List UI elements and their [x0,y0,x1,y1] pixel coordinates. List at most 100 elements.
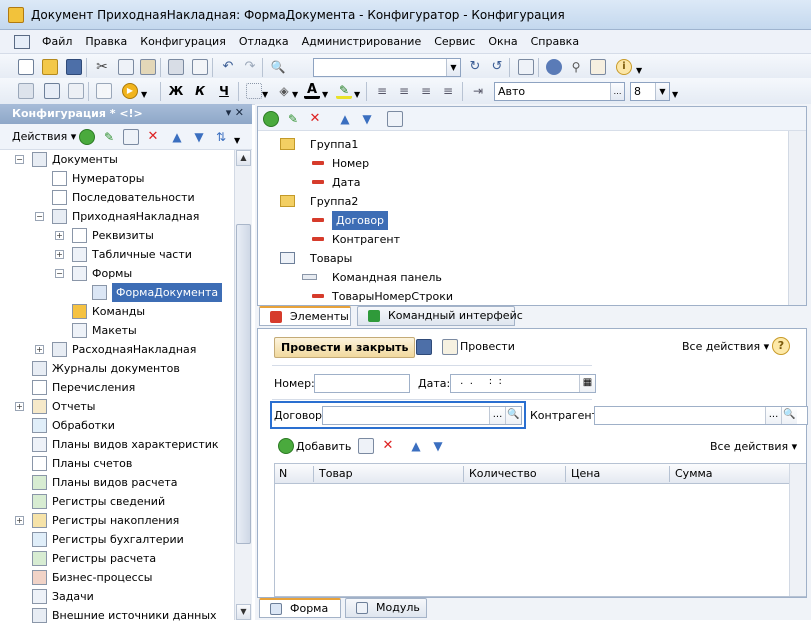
menu-item-4[interactable]: Администрирование [302,35,422,48]
toolbar-more-icon[interactable]: ▼ [636,59,652,75]
tree-item[interactable]: Бизнес-процессы [0,568,234,587]
element-item[interactable]: Договор [258,211,778,230]
tab-module[interactable]: Модуль [345,598,427,618]
align-right-icon[interactable]: ≡ [418,83,434,99]
add-icon[interactable] [79,129,95,145]
menu-item-6[interactable]: Окна [488,35,517,48]
find-prev-icon[interactable]: ↺ [489,59,505,75]
element-item[interactable]: Командная панель [258,268,778,287]
counterparty-select-button[interactable]: ... [765,407,781,424]
copy-row-icon[interactable] [358,438,374,454]
search-icon[interactable]: 🔍 [781,407,797,424]
tree-item[interactable]: − Формы [0,264,234,283]
open-folder-icon[interactable] [42,59,58,75]
windows-icon[interactable] [518,59,534,75]
tree-item[interactable]: Задачи [0,587,234,606]
system-menu-icon[interactable] [14,35,30,49]
expand-icon[interactable]: + [55,231,64,240]
align-center-icon[interactable]: ≡ [396,83,412,99]
highlight-dropdown-icon[interactable]: ▼ [354,83,370,99]
tree-item[interactable]: Внешние источники данных [0,606,234,625]
tree-item[interactable]: Планы счетов [0,454,234,473]
help-button[interactable]: ? [772,337,790,355]
indent-icon[interactable]: ⇥ [470,83,486,99]
column-header[interactable]: Количество [469,467,537,480]
bold-button[interactable]: Ж [168,83,184,99]
tree-item[interactable]: + Отчеты [0,397,234,416]
run-debug-dropdown-icon[interactable]: ▼ [141,83,157,99]
new-document-icon[interactable] [18,59,34,75]
tree-item[interactable]: Регистры сведений [0,492,234,511]
tree-item[interactable]: − Документы [0,150,234,169]
search-icon[interactable]: 🔍 [505,407,521,424]
menu-item-0[interactable]: Файл [42,35,72,48]
element-item[interactable]: Группа2 [258,192,778,211]
font-size-combo[interactable]: 8 ▼ [630,82,670,101]
italic-button[interactable]: К [192,83,208,99]
save-icon[interactable] [416,339,432,355]
wizard-icon[interactable] [546,59,562,75]
column-header[interactable]: Товар [319,467,353,480]
tree-item[interactable]: Нумераторы [0,169,234,188]
properties-icon[interactable] [18,83,34,99]
date-input[interactable]: . . : : ▦ [450,374,596,393]
redo-icon[interactable]: ↷ [242,59,258,75]
underline-button[interactable]: Ч [216,83,232,99]
delete-row-icon[interactable]: ✕ [380,438,396,454]
configuration-scrollbar[interactable]: ▲ ▼ [234,150,252,620]
help-book-icon[interactable] [590,59,606,75]
post-icon[interactable] [442,339,458,355]
counterparty-input[interactable]: ... 🔍 [594,406,808,425]
toolbar-more-icon[interactable]: ▼ [234,129,250,145]
tree-item[interactable]: Обработки [0,416,234,435]
scroll-up-icon[interactable]: ▲ [236,150,251,166]
panel-header-buttons[interactable]: ▾ ✕ [226,106,244,119]
tree-item[interactable]: Планы видов характеристик [0,435,234,454]
element-properties-icon[interactable] [387,111,403,127]
tree-item[interactable]: + Реквизиты [0,226,234,245]
tree-item[interactable]: Команды [0,302,234,321]
expand-icon[interactable]: + [15,516,24,525]
find-next-icon[interactable]: ↻ [467,59,483,75]
menu-item-1[interactable]: Правка [85,35,127,48]
add-element-icon[interactable] [263,111,279,127]
tree-item[interactable]: Планы видов расчета [0,473,234,492]
delete-icon[interactable]: ✕ [145,129,161,145]
edit-icon[interactable]: ✎ [101,129,117,145]
element-item[interactable]: Номер [258,154,778,173]
menu-item-5[interactable]: Сервис [434,35,475,48]
tree-item[interactable]: Журналы документов [0,359,234,378]
tree-item[interactable]: + Регистры накопления [0,511,234,530]
module-icon[interactable] [44,83,60,99]
elements-scrollbar[interactable] [788,131,806,305]
column-header[interactable]: Цена [571,467,600,480]
tab-form[interactable]: Форма [259,598,341,618]
find-icon[interactable]: 🔍 [270,59,286,75]
text-color-icon[interactable]: A [304,83,320,99]
scroll-down-icon[interactable]: ▼ [236,604,251,620]
tab-elements[interactable]: Элементы [259,306,351,326]
align-left-icon[interactable]: ≡ [374,83,390,99]
expand-icon[interactable]: + [15,402,24,411]
syntax-helper-icon[interactable]: ⚲ [568,59,584,75]
paste-icon[interactable] [140,59,156,75]
tab-command-interface[interactable]: Командный интерфейс [357,306,523,326]
edit-element-icon[interactable]: ✎ [285,111,301,127]
post-button[interactable]: Провести [460,340,515,353]
undo-icon[interactable]: ↶ [220,59,236,75]
delete-element-icon[interactable]: ✕ [307,111,323,127]
element-item[interactable]: Товары [258,249,778,268]
tree-item[interactable]: + РасходнаяНакладная [0,340,234,359]
tree-item[interactable]: + Табличные части [0,245,234,264]
tree-item[interactable]: Перечисления [0,378,234,397]
table-form-icon[interactable] [96,83,112,99]
move-up-icon[interactable]: ▲ [169,129,185,145]
border-icon[interactable] [246,83,262,99]
move-down-icon[interactable]: ▼ [430,438,446,454]
add-row-button[interactable]: Добавить [296,440,351,453]
contract-select-button[interactable]: ... [489,407,505,424]
all-actions-menu[interactable]: Все действия ▾ [682,340,769,353]
tree-item[interactable]: Последовательности [0,188,234,207]
sort-icon[interactable]: ⇅ [213,129,229,145]
search-combo[interactable]: ▼ [313,58,461,77]
